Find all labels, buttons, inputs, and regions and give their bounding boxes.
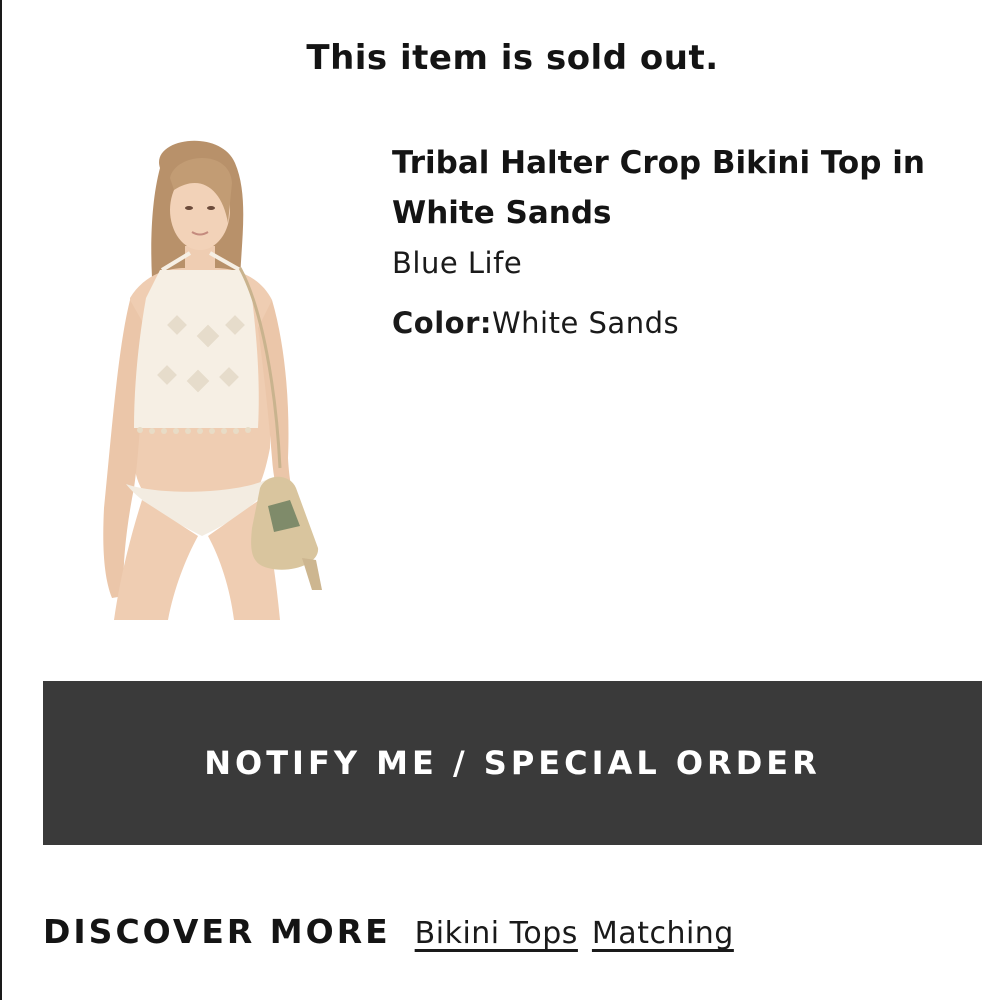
discover-more-label: DISCOVER MORE [43,912,391,951]
notify-me-special-order-button[interactable]: NOTIFY ME / SPECIAL ORDER [43,681,982,845]
sold-out-notice: This item is sold out. [306,38,719,78]
discover-more-section: DISCOVER MORE Bikini Tops Matching [43,912,748,951]
product-photo-icon [103,140,322,620]
page-left-border [0,0,2,1000]
product-details: Tribal Halter Crop Bikini Top in White S… [392,138,972,348]
product-name: Tribal Halter Crop Bikini Top in White S… [392,145,925,231]
color-label: Color: [392,306,492,340]
discover-link-matching[interactable]: Matching [592,916,734,951]
discover-link-bikini-tops[interactable]: Bikini Tops [415,916,578,951]
product-image [90,128,350,620]
product-brand[interactable]: Blue Life [392,238,972,288]
color-value: White Sands [491,306,680,340]
product-color: Color:White Sands [392,298,972,348]
